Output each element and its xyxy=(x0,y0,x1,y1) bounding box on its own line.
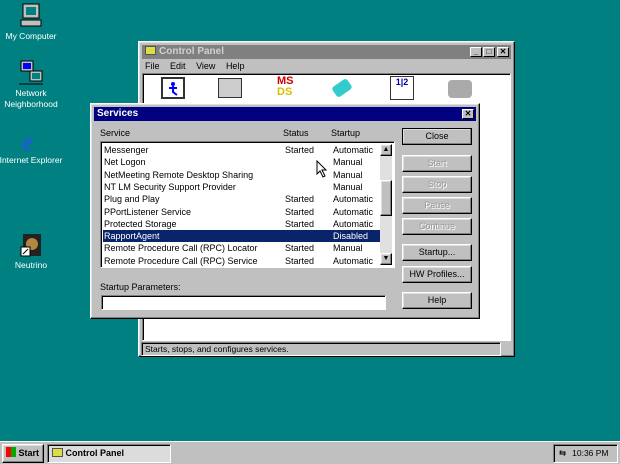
service-row[interactable]: Net Logon Manual xyxy=(103,156,380,168)
minimize-button[interactable]: _ xyxy=(470,47,482,57)
service-startup: Automatic xyxy=(333,194,374,205)
menu-bar: File Edit View Help xyxy=(145,60,244,72)
service-row[interactable]: NetMeeting Remote Desktop Sharing Manual xyxy=(103,169,380,181)
close-button[interactable]: ✕ xyxy=(497,47,509,57)
service-startup: Manual xyxy=(333,169,363,180)
service-row[interactable]: Remote Procedure Call (RPC) Service Start… xyxy=(103,255,380,267)
windows-logo-icon xyxy=(6,447,16,457)
pause-button[interactable]: Pause xyxy=(402,197,472,214)
scroll-down-button[interactable]: ▼ xyxy=(380,253,392,265)
help-button[interactable]: Help xyxy=(402,292,472,309)
service-row[interactable]: PPortListener Service Started Automatic xyxy=(103,206,380,218)
service-name: NT LM Security Support Provider xyxy=(104,181,236,192)
service-startup: Manual xyxy=(333,157,363,168)
menu-file[interactable]: File xyxy=(145,61,160,71)
service-startup: Manual xyxy=(333,243,363,254)
service-status: Started xyxy=(285,243,315,254)
startup-button[interactable]: Startup... xyxy=(402,244,472,261)
accessibility-icon[interactable] xyxy=(161,77,185,99)
service-name: RapportAgent xyxy=(104,231,160,242)
control-panel-task-icon xyxy=(52,448,63,457)
add-remove-programs-icon[interactable] xyxy=(218,78,242,98)
service-startup: Automatic xyxy=(333,218,374,229)
date-time-icon[interactable]: 1|2 xyxy=(390,76,414,100)
column-status: Status xyxy=(283,128,309,138)
svg-text:e: e xyxy=(22,127,34,153)
service-name: Net Logon xyxy=(104,157,146,168)
service-status: Started xyxy=(285,206,315,217)
continue-button[interactable]: Continue xyxy=(402,218,472,235)
service-name: Protected Storage xyxy=(104,218,177,229)
start-button[interactable]: Start xyxy=(402,155,472,172)
desktop-icon-my-computer[interactable]: My Computer xyxy=(0,3,66,42)
service-name: PPortListener Service xyxy=(104,206,192,217)
services-titlebar[interactable]: Services ✕ xyxy=(94,107,476,121)
service-name: Remote Procedure Call (RPC) Service xyxy=(104,255,258,266)
service-row[interactable]: RapportAgent Disabled xyxy=(103,230,380,243)
network-tray-icon[interactable]: ⇆ xyxy=(559,448,566,458)
services-close-x-button[interactable]: ✕ xyxy=(462,109,474,119)
service-row[interactable]: Protected Storage Started Automatic xyxy=(103,218,380,230)
services-list[interactable]: ▲ ▼ Messenger Started Automatic Net Logon Ma… xyxy=(100,141,395,268)
clock: 10:36 PM xyxy=(572,448,609,458)
service-name: Remote Procedure Call (RPC) Locator xyxy=(104,243,258,254)
msdos-icon[interactable]: MS DS xyxy=(277,76,301,100)
system-tray: ⇆ 10:36 PM xyxy=(553,444,618,463)
desktop-icon-internet-explorer[interactable]: e Internet Explorer xyxy=(0,127,66,166)
start-button-taskbar[interactable]: Start xyxy=(2,444,44,463)
network-icon xyxy=(17,60,45,86)
service-status: Started xyxy=(285,145,315,155)
service-name: NetMeeting Remote Desktop Sharing xyxy=(104,169,254,180)
column-service: Service xyxy=(100,128,131,138)
startup-parameters-input[interactable] xyxy=(101,295,386,310)
devices-icon[interactable] xyxy=(448,80,472,98)
service-startup: Automatic xyxy=(333,145,374,155)
service-status: Started xyxy=(285,218,315,229)
neutrino-shortcut-icon xyxy=(17,232,45,258)
service-row[interactable]: Messenger Started Automatic xyxy=(103,144,380,156)
service-row[interactable]: NT LM Security Support Provider Manual xyxy=(103,181,380,193)
stop-button[interactable]: Stop xyxy=(402,176,472,193)
scroll-up-button[interactable]: ▲ xyxy=(380,144,392,156)
service-startup: Automatic xyxy=(333,206,374,217)
service-status: Started xyxy=(285,194,315,205)
status-bar: Starts, stops, and configures services. xyxy=(141,342,501,356)
mouse-cursor-icon xyxy=(316,160,328,178)
service-row[interactable]: Remote Procedure Call (RPC) Locator Start… xyxy=(103,242,380,254)
service-startup: Disabled xyxy=(333,231,369,242)
menu-view[interactable]: View xyxy=(196,61,215,71)
service-status: Started xyxy=(285,255,315,266)
menu-edit[interactable]: Edit xyxy=(170,61,186,71)
hw-profiles-button[interactable]: HW Profiles... xyxy=(402,266,472,283)
menu-help[interactable]: Help xyxy=(226,61,245,71)
column-startup: Startup xyxy=(331,128,361,138)
computer-icon xyxy=(17,3,45,29)
scrollbar-thumb[interactable] xyxy=(380,180,392,216)
service-startup: Manual xyxy=(333,181,363,192)
taskbar: Start Control Panel ⇆ 10:36 PM xyxy=(0,441,620,464)
control-panel-titlebar[interactable]: Control Panel _ □ ✕ xyxy=(142,45,511,59)
maximize-button[interactable]: □ xyxy=(483,47,495,57)
service-name: Plug and Play xyxy=(104,194,160,205)
desktop-icon-network[interactable]: Network Neighborhood xyxy=(0,60,66,110)
control-panel-icon xyxy=(145,46,156,55)
tag-icon[interactable] xyxy=(331,77,353,99)
startup-parameters-label: Startup Parameters: xyxy=(100,282,181,292)
service-row[interactable]: Plug and Play Started Automatic xyxy=(103,193,380,205)
services-dialog: Services ✕ Service Status Startup ▲ ▼ Me… xyxy=(90,103,480,319)
close-dialog-button[interactable]: Close xyxy=(402,128,472,145)
service-startup: Automatic xyxy=(333,255,374,266)
desktop-icon-neutrino[interactable]: Neutrino xyxy=(0,232,66,271)
service-name: Messenger xyxy=(104,145,149,155)
ie-icon: e xyxy=(17,127,45,156)
taskbar-control-panel[interactable]: Control Panel xyxy=(47,444,171,463)
